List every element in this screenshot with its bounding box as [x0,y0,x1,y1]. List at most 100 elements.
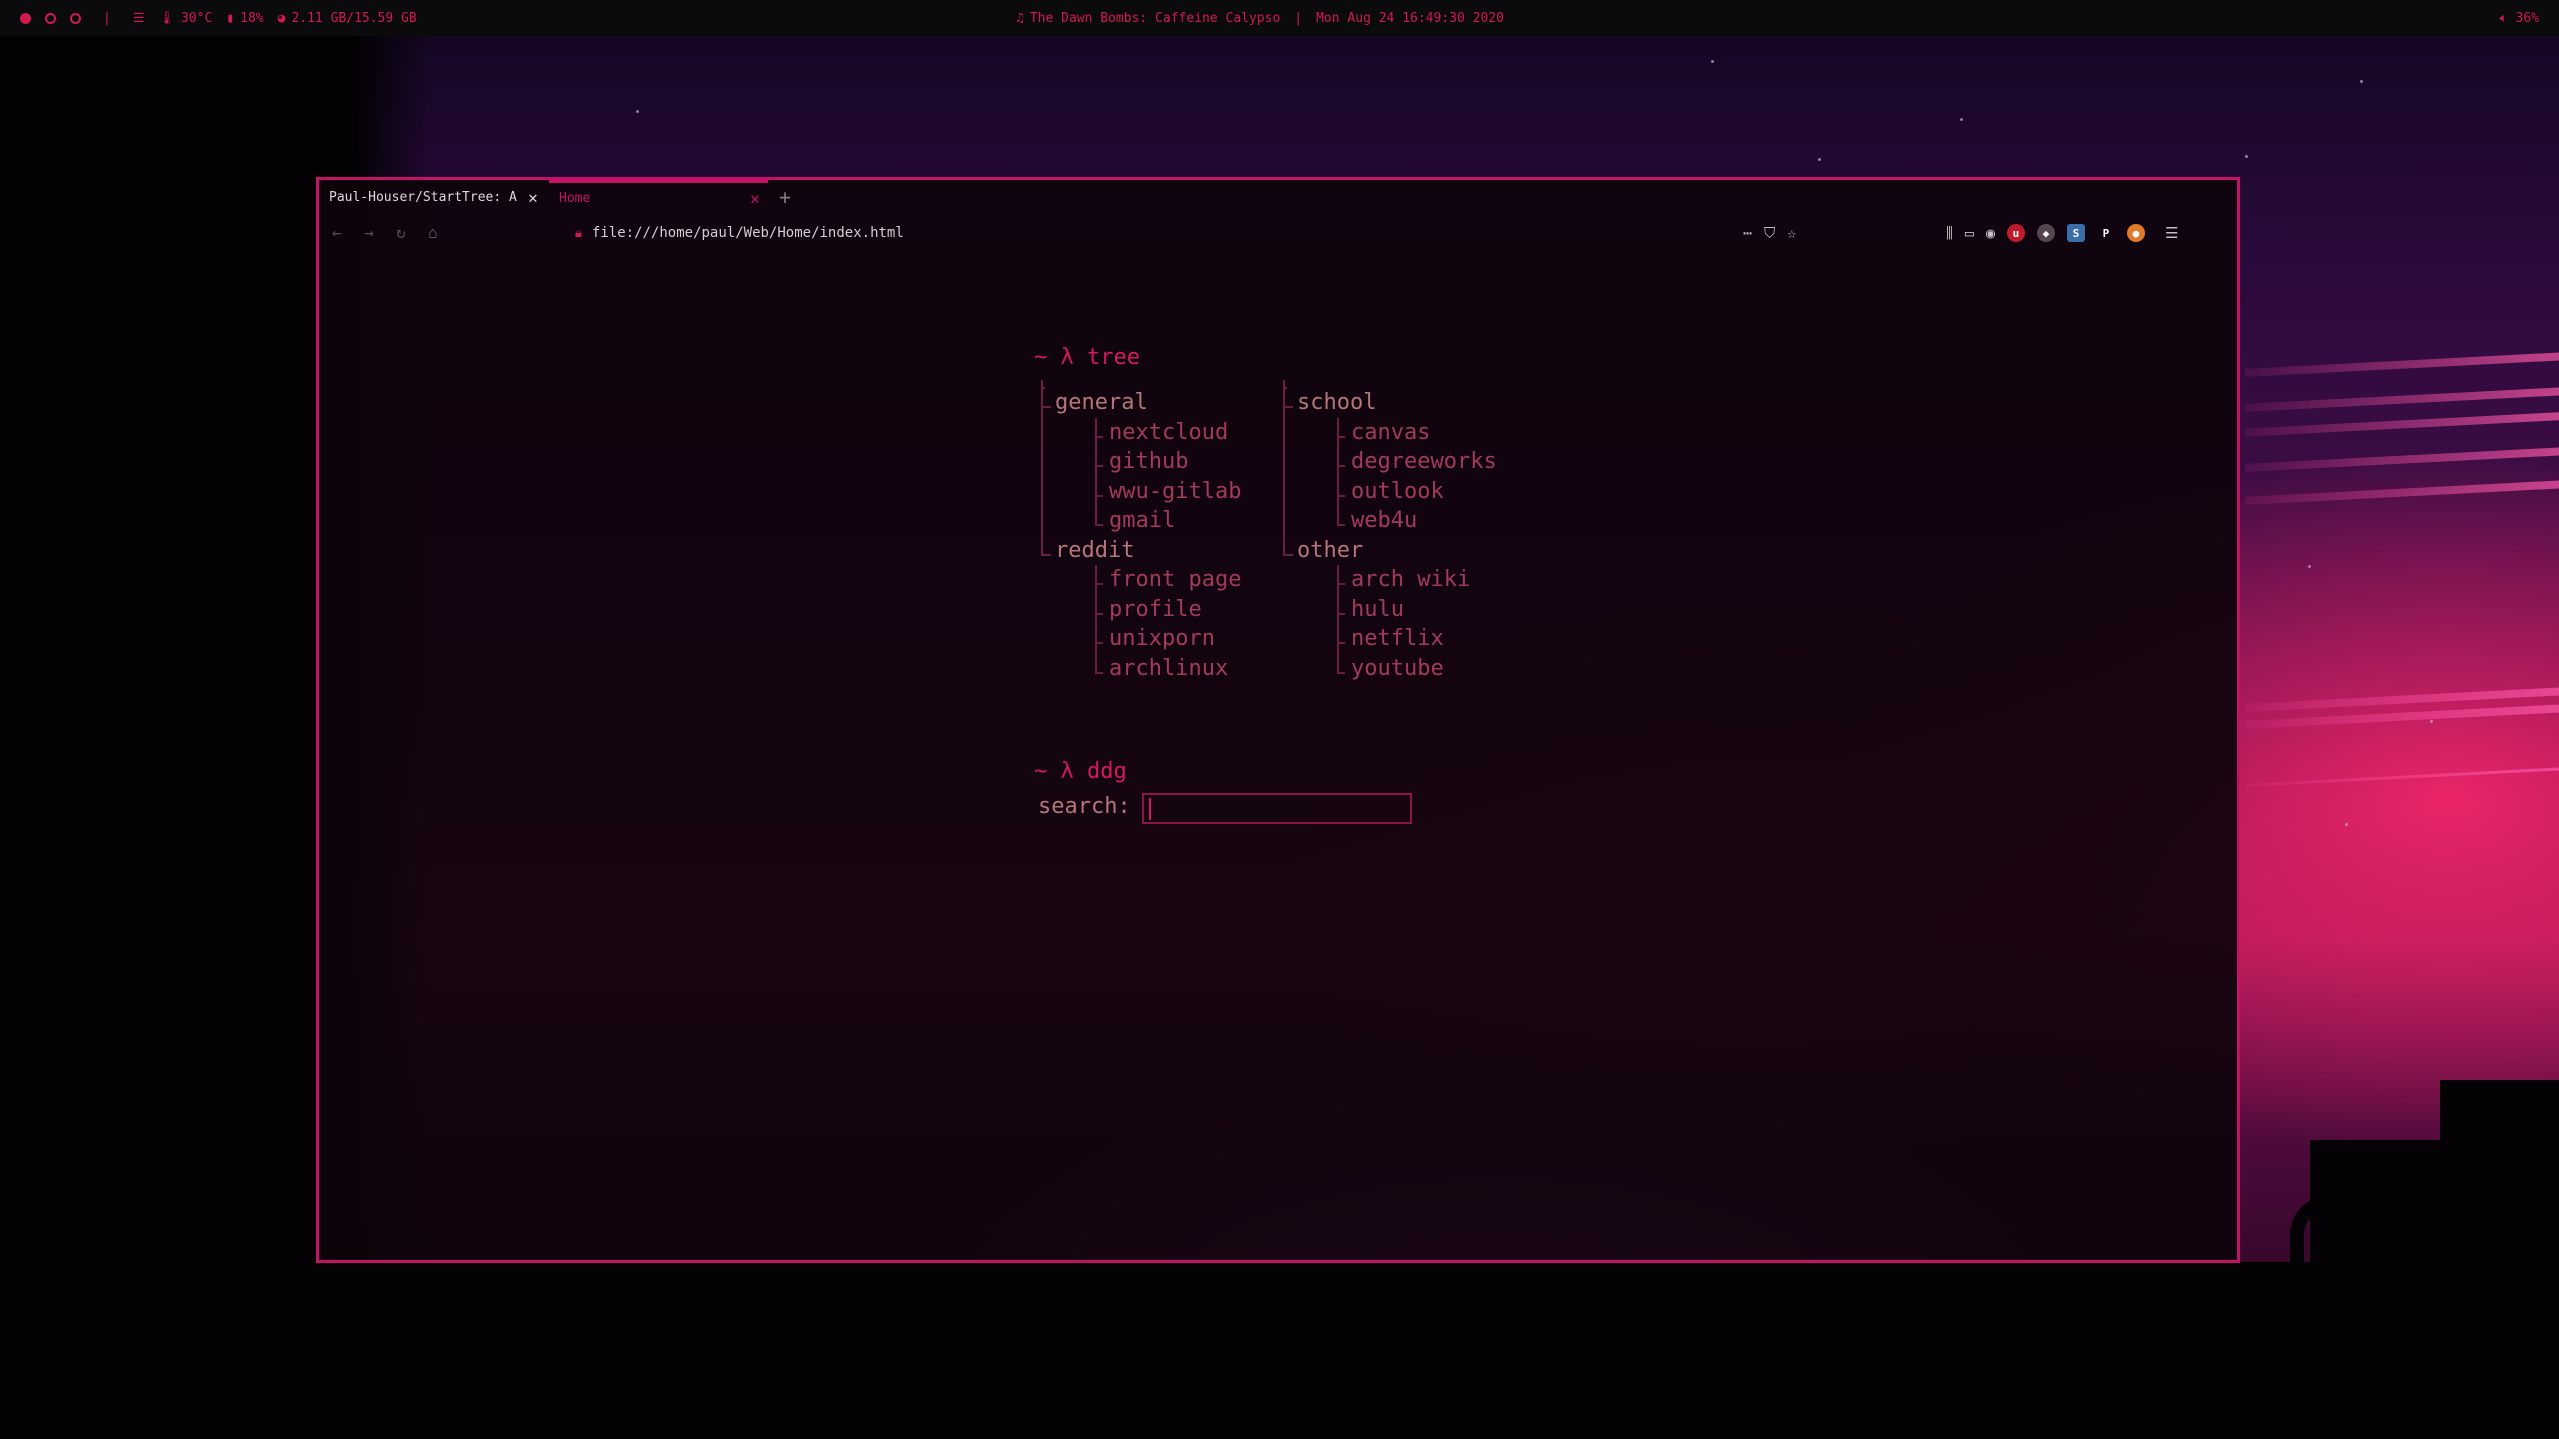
temperature-value: 30°C [181,10,213,26]
tree-branch [1095,417,1097,524]
battery-widget: ▮ 18% [226,11,263,26]
bookmark-link-outlook[interactable]: outlook [1351,477,1444,507]
menu-icon[interactable]: ☰ [133,11,145,26]
back-arrow-icon[interactable]: ← [327,223,347,243]
close-tab-icon[interactable]: ✕ [520,188,546,207]
reload-icon[interactable]: ↻ [391,223,411,243]
speaker-icon[interactable]: 🔈︎ [2500,11,2508,26]
page-actions-menu-icon[interactable]: ⋯ [1743,224,1752,242]
tree-connector [1095,524,1103,526]
address-bar[interactable]: 🔒︎ file:///home/paul/Web/Home/index.html [575,223,904,243]
tree-group-general: general [1055,390,1148,415]
tab-bar: Paul-Houser/StartTree: A ✕ Home ✕ + [319,180,2237,214]
tree-connector [1337,524,1345,526]
star [2308,565,2311,568]
bookmark-link-youtube[interactable]: youtube [1351,654,1444,684]
bookmark-link-unixporn[interactable]: unixporn [1109,624,1215,654]
bookmark-link-web4u[interactable]: web4u [1351,506,1417,536]
tree-branch [1337,565,1339,672]
volume-value: 36% [2515,10,2539,26]
bookmark-link-canvas[interactable]: canvas [1351,418,1430,448]
star [2360,80,2363,83]
home-icon[interactable]: ⌂ [423,223,443,243]
workspace-2-indicator[interactable] [45,12,56,24]
star [1960,118,1963,121]
bookmark-link-profile[interactable]: profile [1109,595,1202,625]
search-input[interactable] [1142,793,1412,824]
now-playing-title: The Dawn Bombs: Caffeine Calypso [1029,10,1281,26]
city-silhouette [2440,1080,2559,1439]
bookmark-link-github[interactable]: github [1109,447,1188,477]
workspace-3-indicator[interactable] [70,12,81,24]
pipe-silhouette [2290,1195,2384,1349]
star [2430,720,2433,723]
bookmark-link-degreeworks[interactable]: degreeworks [1351,447,1497,477]
tab-title: Paul-Houser/StartTree: A [329,189,517,205]
account-icon[interactable]: ◉ [1986,224,1995,242]
bookmark-link-netflix[interactable]: netflix [1351,624,1444,654]
tree-group-reddit: reddit [1055,537,1135,563]
now-playing-widget[interactable]: ♫ The Dawn Bombs: Caffeine Calypso [1016,11,1280,26]
star [2345,823,2348,826]
search-label: search: [1038,794,1131,819]
wallpaper-stripe [2245,411,2559,437]
wallpaper-stripe [2245,386,2559,412]
text-cursor [1149,798,1151,820]
p-extension-icon[interactable]: P [2097,224,2115,242]
tab-home[interactable]: Home ✕ [549,180,768,214]
tree-connector [1283,553,1293,556]
status-bar: | ☰ 🌡︎ 30°C ▮ 18% ◕ 2.11 GB/15.59 GB ♫ T… [0,0,2559,36]
memory-pie-icon: ◕ [277,10,286,26]
clock: Mon Aug 24 16:49:30 2020 [1316,10,1504,26]
battery-value: 18% [240,10,264,26]
tree-connector [1041,553,1051,556]
new-tab-button[interactable]: + [779,180,791,214]
forward-arrow-icon[interactable]: → [359,223,379,243]
library-icon[interactable]: ⫼ [1946,224,1953,242]
start-page: ~ λ tree . . general nextcloud github wwu-g… [319,252,2237,1260]
separator: | [103,10,111,26]
music-note-icon: ♫ [1016,10,1024,26]
wallpaper-stripe [2245,766,2559,787]
url-text[interactable]: file:///home/paul/Web/Home/index.html [592,225,904,241]
wallpaper-stripe [2245,479,2559,505]
tree-branch [1095,565,1097,672]
bookmark-link-archlinux[interactable]: archlinux [1109,654,1228,684]
stylus-icon[interactable]: S [2066,224,2085,242]
star [636,110,639,113]
page-actions: ⋯ ⛉ ☆ [1743,223,1796,243]
pocket-icon[interactable]: ⛉ [1764,224,1775,242]
tab-starttree[interactable]: Paul-Houser/StartTree: A ✕ [319,180,546,214]
bookmark-link-wwu-gitlab[interactable]: wwu-gitlab [1109,477,1241,507]
tree-group-other: other [1297,537,1364,563]
bookmark-link-arch-wiki[interactable]: arch wiki [1351,565,1470,595]
city-silhouette [800,1270,880,1300]
tree-connector [1095,671,1103,674]
tree-group-school: school [1297,390,1377,415]
battery-icon: ▮ [226,10,235,26]
reader-view-icon[interactable]: ▭ [1965,224,1974,242]
tab-title: Home [559,191,591,206]
memory-widget: ◕ 2.11 GB/15.59 GB [278,11,417,26]
privacy-extension-icon[interactable]: ◆ [2036,224,2055,242]
close-tab-icon[interactable]: ✕ [742,189,768,208]
wallpaper-stripe [2245,351,2559,377]
firefox-account-icon[interactable]: ● [2126,224,2145,242]
tree-connector [1337,671,1345,674]
ddg-prompt: ~ λ ddg [1034,759,1127,784]
workspace-1-indicator[interactable] [20,12,31,24]
memory-value: 2.11 GB/15.59 GB [291,10,417,26]
bookmark-link-hulu[interactable]: hulu [1351,595,1404,625]
insecure-lock-icon[interactable]: 🔒︎ [575,226,582,241]
bookmark-link-front-page[interactable]: front page [1109,565,1241,595]
tree-trunk [1283,380,1285,554]
browser-window: Paul-Houser/StartTree: A ✕ Home ✕ + ← → … [316,177,2240,1263]
bookmark-star-icon[interactable]: ☆ [1787,224,1796,242]
bookmark-link-nextcloud[interactable]: nextcloud [1109,418,1228,448]
bookmark-link-gmail[interactable]: gmail [1109,506,1175,536]
star [1818,158,1821,161]
ublock-icon[interactable]: u [2006,224,2025,242]
figure-silhouette [1360,1320,1380,1360]
hamburger-menu-icon[interactable]: ☰ [2165,224,2178,242]
star [2245,155,2248,158]
